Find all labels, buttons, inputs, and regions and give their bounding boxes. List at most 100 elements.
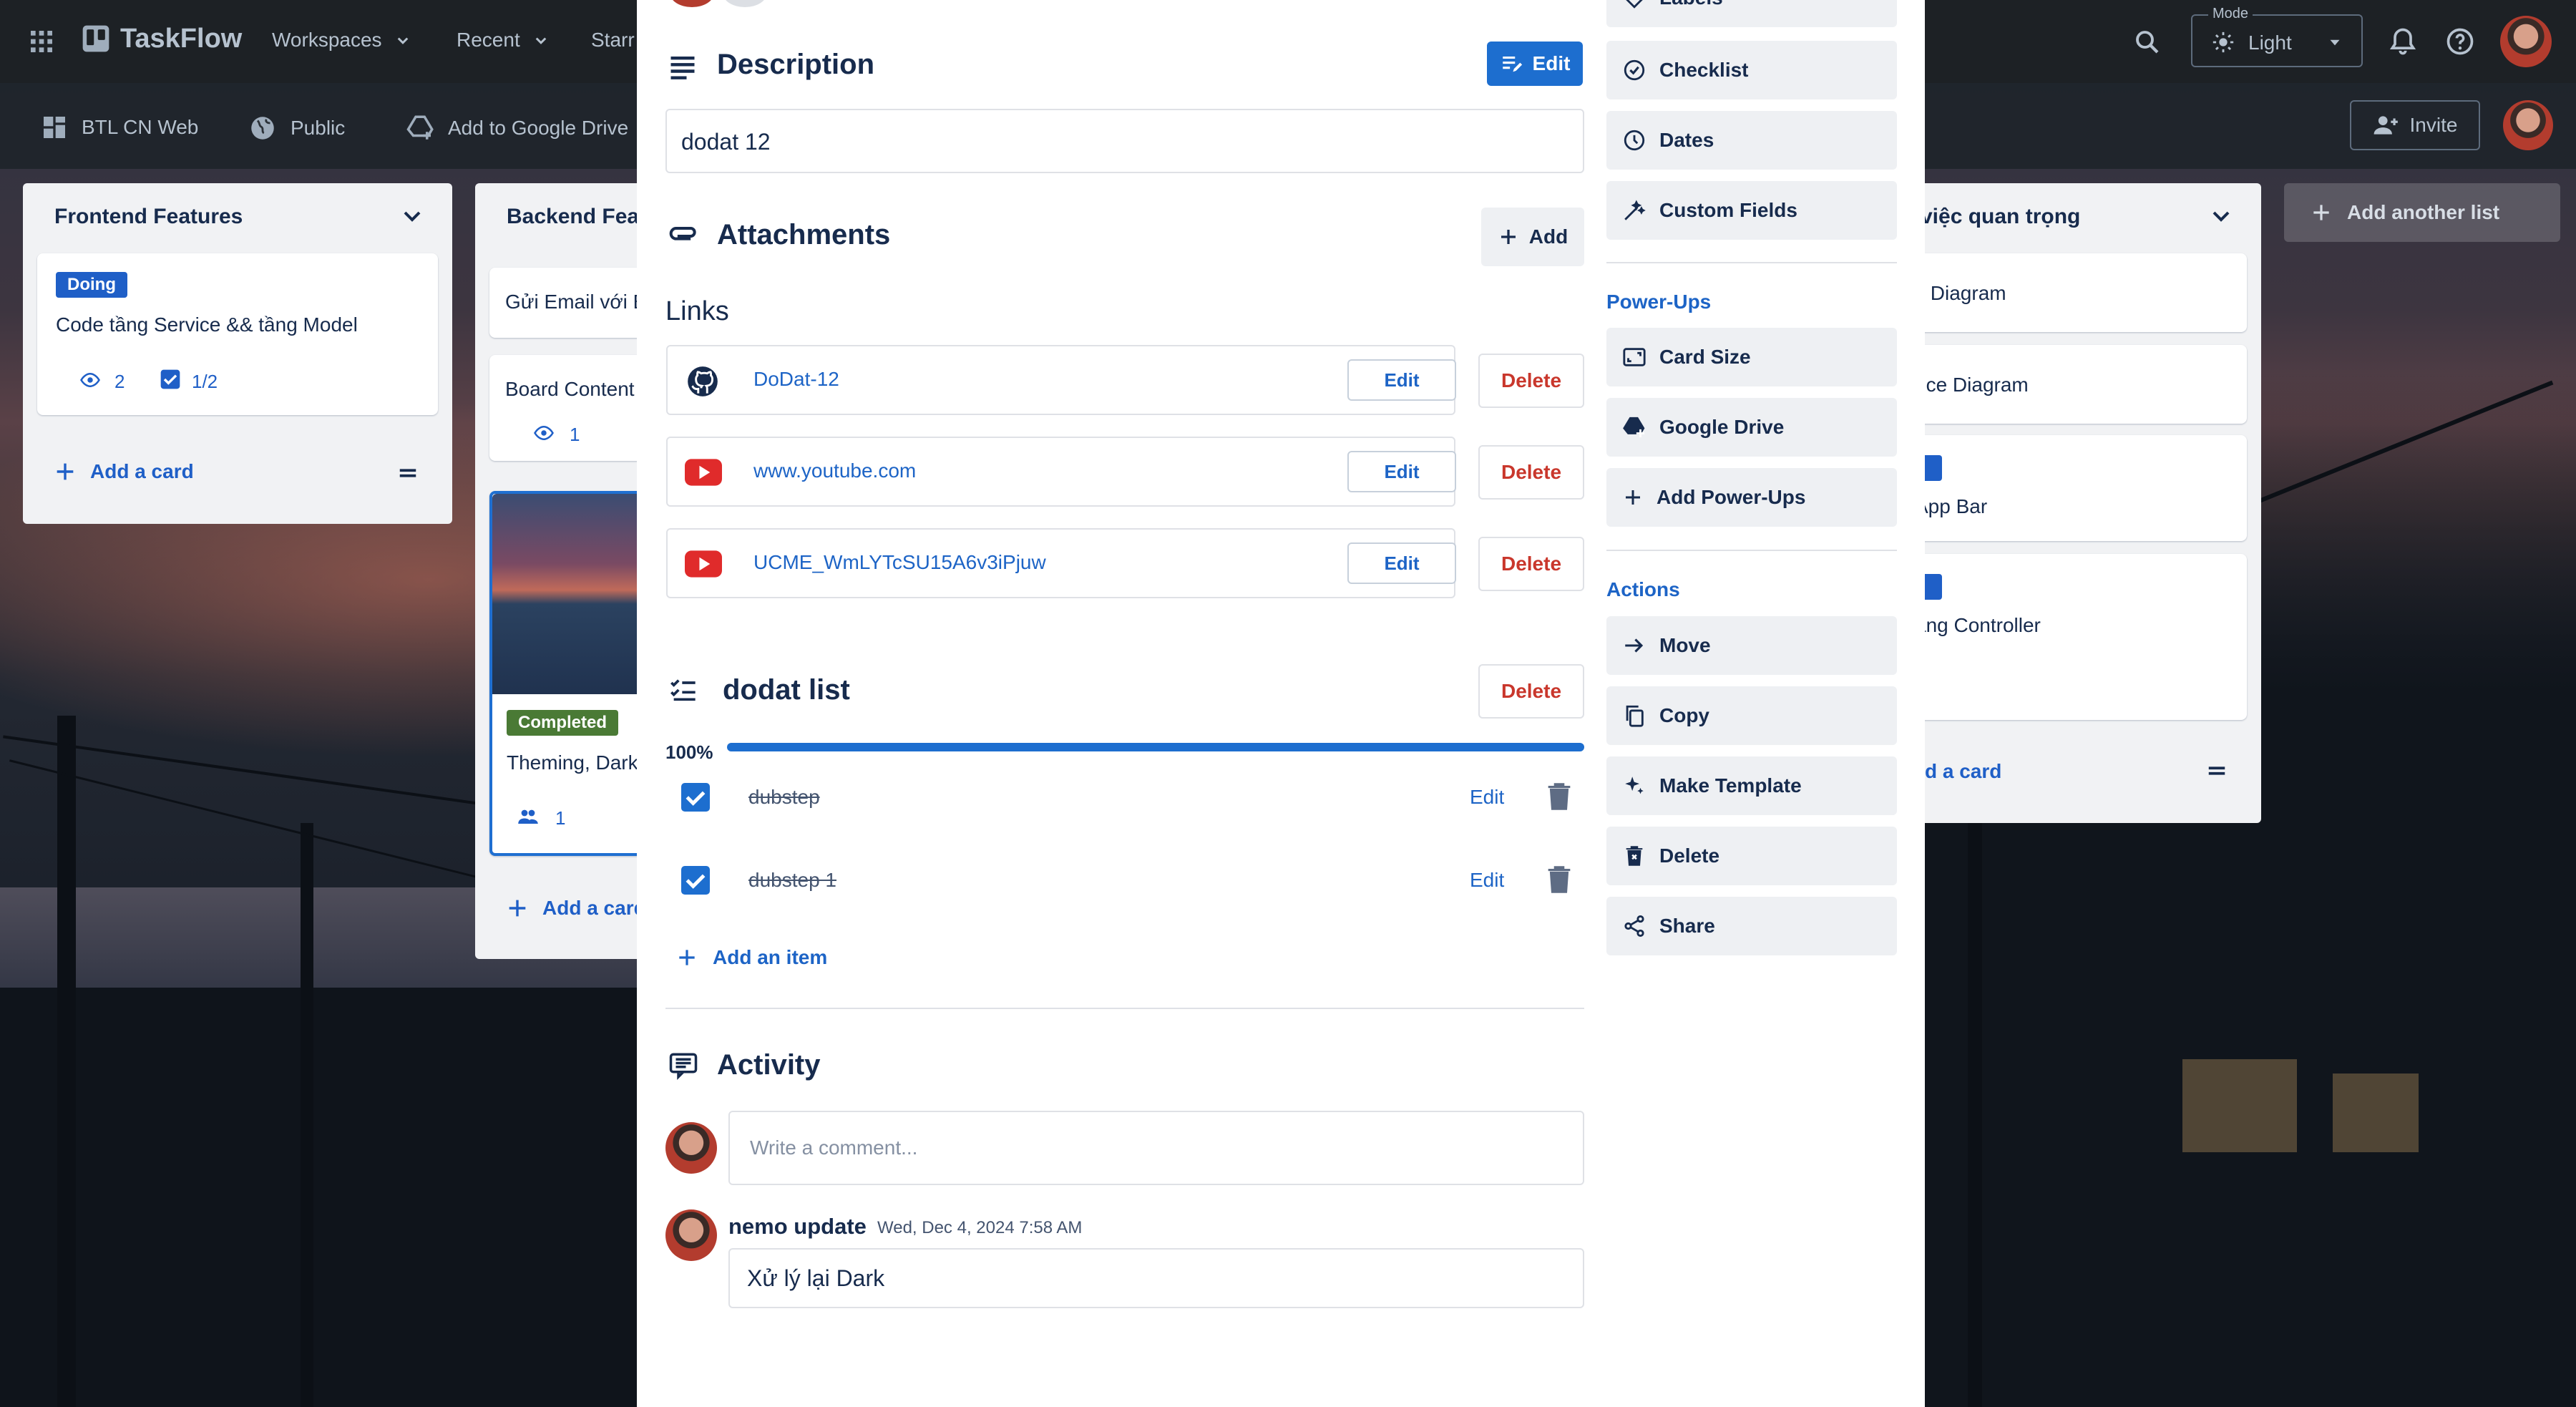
mode-value: Light	[2248, 31, 2292, 54]
edit-note-icon	[1502, 56, 1522, 72]
copy-button[interactable]: Copy	[1606, 686, 1897, 745]
app-logo[interactable]: TaskFlow	[80, 23, 242, 54]
comment-timestamp: Wed, Dec 4, 2024 7:58 AM	[877, 1218, 1083, 1237]
checklist-item-text[interactable]: dubstep	[748, 786, 820, 809]
checklist-item-checkbox[interactable]	[681, 866, 710, 895]
comment-text: Xử lý lại Dark	[747, 1265, 885, 1291]
card[interactable]: Board Content 1	[489, 355, 661, 461]
checklist-item-checkbox[interactable]	[681, 783, 710, 812]
member-avatar[interactable]	[670, 0, 714, 7]
add-powerups-button[interactable]: Add Power-Ups	[1606, 468, 1897, 527]
google-drive-button[interactable]: Google Drive	[1606, 398, 1897, 457]
card-title: Code tầng Service && tầng Model	[56, 313, 358, 336]
link-delete-button[interactable]: Delete	[1478, 537, 1584, 591]
dropdown-arrow-icon	[2330, 39, 2340, 46]
link-edit-button[interactable]: Edit	[1347, 359, 1456, 401]
watch-icon	[534, 425, 554, 441]
link-edit-button[interactable]: Edit	[1347, 451, 1456, 492]
chevron-down-icon	[397, 37, 408, 44]
link-edit-button[interactable]: Edit	[1347, 542, 1456, 584]
link-delete-button[interactable]: Delete	[1478, 354, 1584, 408]
card[interactable]: Gửi Email với E	[489, 268, 661, 338]
checklist-delete-label: Delete	[1501, 680, 1562, 702]
member-avatar[interactable]	[2503, 100, 2553, 150]
add-list-label: Add another list	[2347, 201, 2500, 223]
list-title[interactable]: việc quan trọng	[1921, 205, 2080, 229]
chevron-down-icon[interactable]	[398, 202, 426, 230]
apps-grid-icon[interactable]	[27, 27, 56, 56]
clock-icon	[1624, 130, 1645, 151]
watch-count: 1	[570, 424, 580, 445]
link-edit-label: Edit	[1384, 369, 1420, 391]
card-size-button[interactable]: Card Size	[1606, 328, 1897, 386]
link-delete-label: Delete	[1501, 461, 1562, 483]
drag-handle-icon[interactable]	[395, 462, 421, 484]
globe-icon	[251, 117, 274, 140]
chevron-down-icon	[535, 37, 547, 44]
watch-icon	[80, 372, 100, 388]
add-item-button[interactable]: Add an item	[675, 946, 827, 969]
share-button[interactable]: Share	[1606, 897, 1897, 955]
powerups-heading: Power-Ups	[1606, 291, 1712, 313]
description-edit-button[interactable]: Edit	[1487, 42, 1583, 86]
workspaces-menu[interactable]: Workspaces	[272, 29, 414, 52]
trash-icon[interactable]	[1543, 863, 1576, 896]
checklist-item-text[interactable]: dubstep 1	[748, 869, 836, 892]
add-card-button[interactable]: d a card	[1925, 760, 2001, 783]
delete-card-button[interactable]: Delete	[1606, 827, 1897, 885]
checklist-icon	[160, 369, 180, 389]
workspaces-label: Workspaces	[272, 29, 382, 51]
card[interactable]: Doing Code tầng Service && tầng Model 2 …	[37, 253, 438, 415]
link-text[interactable]: www.youtube.com	[753, 459, 916, 482]
check-icon	[686, 791, 706, 806]
checklist-progress-text: 100%	[665, 741, 713, 763]
card[interactable]: Completed Theming, Dark 1	[489, 491, 661, 856]
make-template-button[interactable]: Make Template	[1606, 756, 1897, 815]
add-card-button[interactable]: Add a card	[53, 459, 194, 484]
invite-button[interactable]: Invite	[2350, 100, 2480, 150]
board-icon	[44, 117, 65, 138]
help-icon[interactable]	[2444, 26, 2476, 57]
trash-icon[interactable]	[1543, 780, 1576, 813]
description-field[interactable]: dodat 12	[665, 109, 1584, 173]
checklist-icon	[670, 679, 696, 701]
add-member-button[interactable]	[723, 0, 767, 7]
move-button[interactable]: Move	[1606, 616, 1897, 675]
attachments-add-label: Add	[1528, 225, 1568, 248]
activity-icon	[669, 1053, 698, 1080]
mode-select[interactable]: Mode Light	[2191, 6, 2363, 67]
visibility-button[interactable]: Public	[248, 113, 345, 143]
checklist-item-edit[interactable]: Edit	[1470, 786, 1504, 809]
notifications-icon[interactable]	[2387, 26, 2419, 57]
board-name[interactable]: BTL CN Web	[40, 113, 198, 142]
user-avatar[interactable]	[2500, 16, 2552, 67]
link-text[interactable]: DoDat-12	[753, 368, 839, 391]
drive-add-icon	[1623, 417, 1645, 438]
drag-handle-icon[interactable]	[2204, 760, 2230, 782]
add-card-button[interactable]: Add a card	[505, 896, 646, 920]
starred-menu[interactable]: Starr	[591, 29, 635, 52]
card-size-label: Card Size	[1659, 346, 1751, 368]
link-text[interactable]: UCME_WmLYTcSU15A6v3iPjuw	[753, 551, 1046, 574]
comment-input[interactable]: Write a comment...	[728, 1111, 1584, 1185]
chevron-down-icon[interactable]	[2207, 202, 2235, 230]
sidebar-divider	[1606, 550, 1897, 551]
add-to-drive-button[interactable]: Add to Google Drive	[405, 113, 628, 143]
app-name: TaskFlow	[120, 23, 243, 54]
dates-button[interactable]: Dates	[1606, 111, 1897, 170]
list-title[interactable]: Frontend Features	[54, 205, 243, 229]
recent-menu[interactable]: Recent	[457, 29, 552, 52]
checklist-item-edit[interactable]: Edit	[1470, 869, 1504, 892]
checklist-delete-button[interactable]: Delete	[1478, 664, 1584, 719]
custom-fields-button[interactable]: Custom Fields	[1606, 181, 1897, 240]
labels-button[interactable]: Labels	[1606, 0, 1897, 27]
add-list-button[interactable]: Add another list	[2284, 183, 2560, 242]
list-frontend: Frontend Features Doing Code tầng Servic…	[23, 183, 452, 524]
link-delete-button[interactable]: Delete	[1478, 445, 1584, 500]
checklist-progress-fill	[727, 743, 1584, 751]
sidebar-divider	[1606, 262, 1897, 263]
checklist-button[interactable]: Checklist	[1606, 41, 1897, 99]
attachments-add-button[interactable]: Add	[1481, 208, 1584, 266]
checklist-title[interactable]: dodat list	[723, 674, 850, 706]
search-icon[interactable]	[2132, 27, 2162, 57]
